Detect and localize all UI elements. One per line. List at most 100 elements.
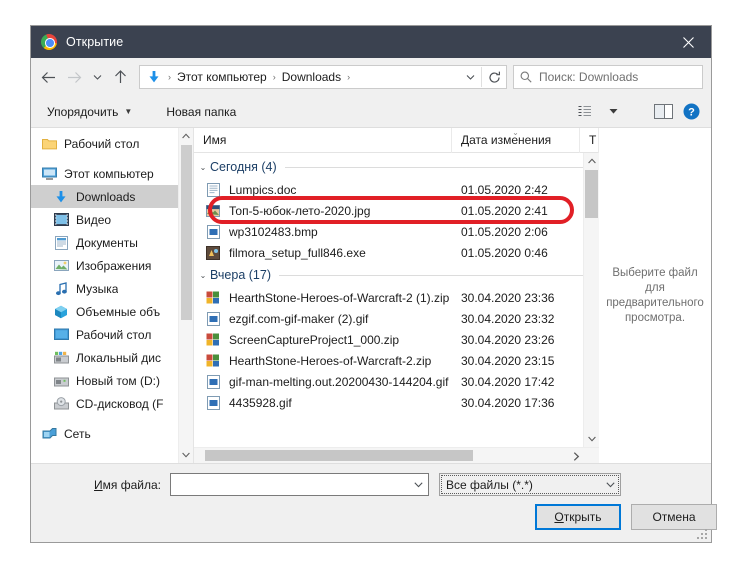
file-type-filter[interactable]: Все файлы (*.*) xyxy=(439,473,621,496)
file-rows: ⌄ Сегодня (4) Lumpics.doc 01.05.2020 2:4… xyxy=(194,153,599,413)
bmp-file-icon xyxy=(205,224,221,240)
sidebar-item-downloads[interactable]: Downloads xyxy=(31,185,193,208)
view-dropdown-icon[interactable] xyxy=(599,100,627,124)
horizontal-scrollbar[interactable] xyxy=(194,447,599,463)
table-row[interactable]: filmora_setup_full846.exe 01.05.2020 0:4… xyxy=(194,242,599,263)
address-bar[interactable]: › Этот компьютер › Downloads › xyxy=(139,65,507,89)
group-header-yesterday[interactable]: ⌄ Вчера (17) xyxy=(194,263,599,287)
file-name-cell[interactable]: 4435928.gif xyxy=(194,395,452,411)
group-header-today[interactable]: ⌄ Сегодня (4) xyxy=(194,155,599,179)
search-box[interactable]: Поиск: Downloads xyxy=(513,65,703,89)
resize-grip[interactable] xyxy=(697,529,708,540)
recent-locations-icon[interactable] xyxy=(87,64,107,90)
file-name-cell[interactable]: Lumpics.doc xyxy=(194,182,452,198)
sidebar-item-label: Видео xyxy=(76,212,112,227)
sidebar-item-pictures[interactable]: Изображения xyxy=(31,254,193,277)
forward-icon[interactable] xyxy=(61,64,87,90)
table-row[interactable]: gif-man-melting.out.20200430-144204.gif … xyxy=(194,371,599,392)
h-scroll-thumb[interactable] xyxy=(205,450,473,461)
close-icon[interactable] xyxy=(665,26,711,58)
sidebar-item-this-pc[interactable]: Этот компьютер xyxy=(31,162,193,185)
zip-file-icon xyxy=(205,332,221,348)
breadcrumb-item-this-pc[interactable]: Этот компьютер xyxy=(175,70,269,84)
table-row[interactable]: ScreenCaptureProject1_000.zip 30.04.2020… xyxy=(194,329,599,350)
table-row[interactable]: HearthStone-Heroes-of-Warcraft-2.zip 30.… xyxy=(194,350,599,371)
search-input[interactable]: Поиск: Downloads xyxy=(539,70,638,84)
sidebar-item-desktop[interactable]: Рабочий стол xyxy=(31,323,193,346)
chevron-down-icon[interactable] xyxy=(584,431,599,447)
table-row[interactable]: 4435928.gif 30.04.2020 17:36 ф xyxy=(194,392,599,413)
file-name-cell[interactable]: Топ-5-юбок-лето-2020.jpg xyxy=(194,203,452,219)
chevron-down-icon[interactable]: ⌄ xyxy=(196,163,210,172)
chevron-down-icon[interactable]: ⌄ xyxy=(196,271,210,280)
dialog-body: Рабочий стол Этот компьютер Downloads Ви… xyxy=(31,127,711,464)
sidebar-item-documents[interactable]: Документы xyxy=(31,231,193,254)
chevron-down-icon[interactable] xyxy=(408,481,428,488)
sidebar-item-desktop-quick[interactable]: Рабочий стол xyxy=(31,132,193,155)
chevron-up-icon[interactable] xyxy=(584,153,599,169)
back-icon[interactable] xyxy=(35,64,61,90)
column-header-type[interactable]: Т xyxy=(580,127,599,153)
file-date-cell: 30.04.2020 23:15 xyxy=(461,353,555,368)
file-list-scrollbar[interactable] xyxy=(583,153,599,447)
filename-input[interactable] xyxy=(170,473,429,496)
sidebar-item-music[interactable]: Музыка xyxy=(31,277,193,300)
chevron-up-icon[interactable] xyxy=(182,128,190,144)
table-row[interactable]: wp3102483.bmp 01.05.2020 2:06 ф xyxy=(194,221,599,242)
sidebar-item-new-volume[interactable]: Новый том (D:) xyxy=(31,369,193,392)
up-icon[interactable] xyxy=(107,64,133,90)
pictures-icon xyxy=(53,258,69,274)
file-name-cell[interactable]: filmora_setup_full846.exe xyxy=(194,245,452,261)
table-row[interactable]: HearthStone-Heroes-of-Warcraft-2 (1).zip… xyxy=(194,287,599,308)
column-header-date[interactable]: ⌄ Дата изменения xyxy=(452,127,580,153)
column-header-name[interactable]: Имя xyxy=(194,127,452,153)
sidebar-item-label: Сеть xyxy=(64,426,91,441)
file-name-cell[interactable]: HearthStone-Heroes-of-Warcraft-2.zip xyxy=(194,353,452,369)
file-name-cell[interactable]: HearthStone-Heroes-of-Warcraft-2 (1).zip xyxy=(194,290,452,306)
scroll-thumb[interactable] xyxy=(585,170,598,218)
sidebar-item-videos[interactable]: Видео xyxy=(31,208,193,231)
help-icon[interactable]: ? xyxy=(677,100,705,124)
file-name-label: ScreenCaptureProject1_000.zip xyxy=(229,332,400,347)
filename-label-accel: И xyxy=(94,477,103,492)
sidebar-scrollbar[interactable] xyxy=(178,128,193,463)
list-view-icon[interactable] xyxy=(571,100,599,124)
file-name-cell[interactable]: wp3102483.bmp xyxy=(194,224,452,240)
group-label: Сегодня (4) xyxy=(210,160,277,174)
chevron-down-icon[interactable] xyxy=(600,481,620,488)
cancel-button[interactable]: Отмена xyxy=(631,504,717,530)
breadcrumb-item-downloads[interactable]: Downloads xyxy=(280,70,343,84)
group-divider xyxy=(284,166,585,168)
table-row[interactable]: Lumpics.doc 01.05.2020 2:42 Д xyxy=(194,179,599,200)
sidebar-item-label: Рабочий стол xyxy=(64,136,140,151)
file-type-filter-value: Все файлы (*.*) xyxy=(446,477,533,492)
filename-label: Имя файла: xyxy=(31,478,170,492)
sidebar-scroll-thumb[interactable] xyxy=(181,145,192,320)
chevron-right-icon[interactable] xyxy=(569,448,583,464)
organize-button[interactable]: Упорядочить ▼ xyxy=(41,100,138,124)
sidebar-item-label: Документы xyxy=(76,235,138,250)
preview-pane-icon[interactable] xyxy=(649,100,677,124)
preview-placeholder-text: Выберите файл для предварительного просм… xyxy=(606,266,704,324)
file-date-cell: 30.04.2020 23:26 xyxy=(461,332,555,347)
refresh-icon[interactable] xyxy=(482,66,506,88)
sidebar-item-network[interactable]: Сеть xyxy=(31,422,193,445)
address-dropdown-icon[interactable] xyxy=(459,66,481,88)
chevron-down-icon[interactable] xyxy=(182,447,190,463)
open-button[interactable]: Открыть xyxy=(535,504,621,530)
sidebar-item-local-disk[interactable]: Локальный дис xyxy=(31,346,193,369)
sidebar-item-cd-drive[interactable]: CD-дисковод (F xyxy=(31,392,193,415)
table-row[interactable]: ezgif.com-gif-maker (2).gif 30.04.2020 2… xyxy=(194,308,599,329)
downloads-arrow-icon xyxy=(53,189,69,205)
file-name-cell[interactable]: ezgif.com-gif-maker (2).gif xyxy=(194,311,452,327)
file-name-cell[interactable]: gif-man-melting.out.20200430-144204.gif xyxy=(194,374,452,390)
dialog-buttons: Открыть Отмена xyxy=(535,504,717,530)
new-folder-button[interactable]: Новая папка xyxy=(160,100,242,124)
sidebar-item-label: Downloads xyxy=(76,189,136,204)
sidebar-item-label: Изображения xyxy=(76,258,152,273)
sidebar-item-3d-objects[interactable]: Объемные объ xyxy=(31,300,193,323)
drive-icon xyxy=(53,373,69,389)
sort-indicator-icon: ⌄ xyxy=(512,127,519,137)
table-row[interactable]: Топ-5-юбок-лето-2020.jpg 01.05.2020 2:41… xyxy=(194,200,599,221)
file-name-cell[interactable]: ScreenCaptureProject1_000.zip xyxy=(194,332,452,348)
